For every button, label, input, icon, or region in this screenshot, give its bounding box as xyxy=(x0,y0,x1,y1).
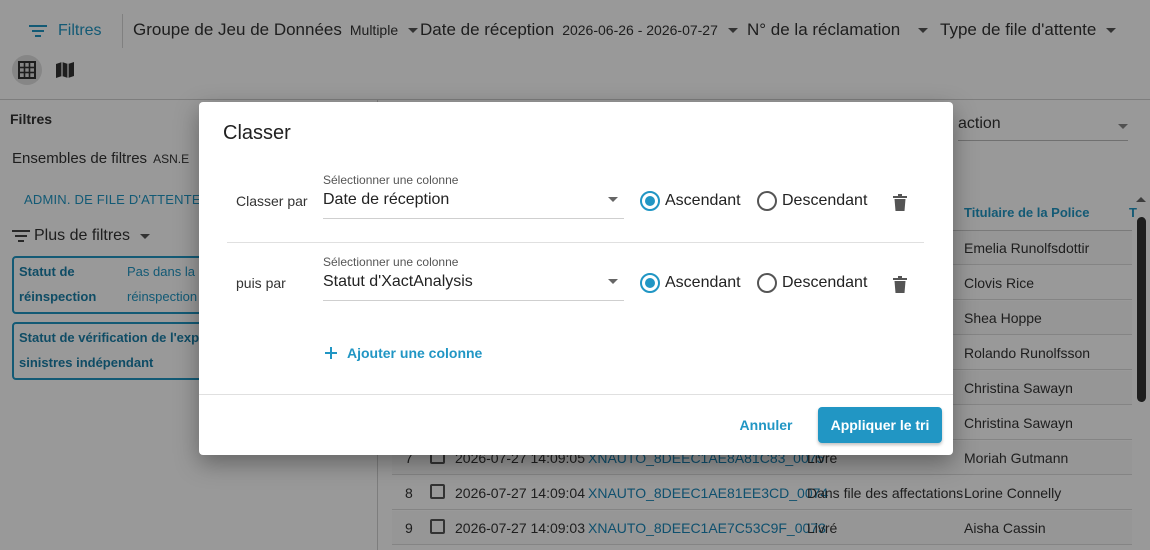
sort-column-select-value: Statut d'XactAnalysis xyxy=(323,273,473,290)
descending-label[interactable]: Descendant xyxy=(782,274,867,292)
apply-sort-button[interactable]: Appliquer le tri xyxy=(818,407,942,443)
ascending-radio[interactable] xyxy=(640,273,660,293)
chevron-down-icon xyxy=(608,279,618,284)
sort-column-select-label: Sélectionner une colonne xyxy=(323,255,459,269)
chevron-down-icon xyxy=(608,197,618,202)
dialog-title: Classer xyxy=(223,122,291,144)
sort-row-label: puis par xyxy=(236,275,286,291)
sort-dialog: Classer Classer par Sélectionner une col… xyxy=(199,102,953,455)
descending-label[interactable]: Descendant xyxy=(782,192,867,210)
sort-column-select-value: Date de réception xyxy=(323,191,450,208)
add-column-label: Ajouter une colonne xyxy=(347,345,483,361)
ascending-label[interactable]: Ascendant xyxy=(665,192,741,210)
add-column-button[interactable]: Ajouter une colonne xyxy=(325,345,482,361)
trash-icon[interactable] xyxy=(892,276,908,294)
dialog-footer-divider xyxy=(199,394,953,395)
sort-row-divider xyxy=(227,242,924,243)
sort-column-select[interactable]: Sélectionner une colonne Statut d'XactAn… xyxy=(323,255,624,301)
cancel-button[interactable]: Annuler xyxy=(729,408,803,442)
sort-row-secondary: puis par Sélectionner une colonne Statut… xyxy=(199,254,953,314)
sort-column-select[interactable]: Sélectionner une colonne Date de récepti… xyxy=(323,173,624,219)
ascending-radio[interactable] xyxy=(640,191,660,211)
sort-row-primary: Classer par Sélectionner une colonne Dat… xyxy=(199,172,953,232)
descending-radio[interactable] xyxy=(757,191,777,211)
sort-column-select-label: Sélectionner une colonne xyxy=(323,173,459,187)
sort-row-label: Classer par xyxy=(236,193,308,209)
trash-icon[interactable] xyxy=(892,194,908,212)
ascending-label[interactable]: Ascendant xyxy=(665,274,741,292)
descending-radio[interactable] xyxy=(757,273,777,293)
plus-icon xyxy=(325,347,337,359)
